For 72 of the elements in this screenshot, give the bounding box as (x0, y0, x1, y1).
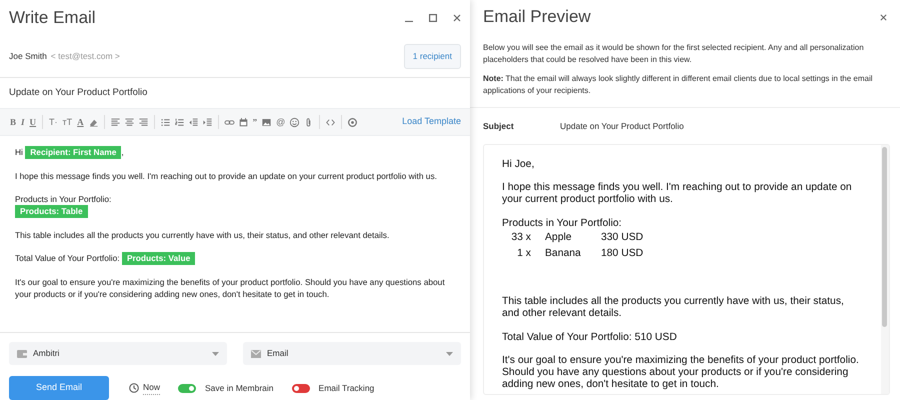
placeholder-tag[interactable]: Recipient: First Name (25, 146, 122, 159)
body-text: It's our goal to ensure you're maximizing the benefits of your product portfolio. Should you have any questions about your products or if you're considering adding new ones, don't hesitate to get in touch. (15, 277, 445, 299)
description-text: Below you will see the email as it would be shown for the first selected recipient. Any and all personalization placeholders that could be resolved have been in this view. (482, 42, 865, 66)
image-icon[interactable] (261, 116, 272, 128)
align-center-icon[interactable] (124, 116, 135, 128)
envelope-icon (251, 350, 261, 358)
format-button[interactable]: A (76, 118, 85, 126)
account-select[interactable]: Ambitri (9, 342, 227, 365)
sender-name: Joe Smith (9, 50, 47, 63)
maximize-icon[interactable] (429, 14, 437, 22)
subject-label: Subject (483, 120, 515, 132)
placeholder-tag[interactable]: Products: Table (15, 205, 88, 218)
table-cell-text: Banana (545, 247, 582, 262)
preview-paragraph: This table includes all the products you currently have with us, their status, and other relevant details. (502, 296, 845, 321)
toggle-label: Save in Membrain (205, 382, 274, 394)
body-text: I hope this message finds you well. I'm reaching out to provide an update on your current product portfolio with us. (15, 171, 437, 181)
bullet-list-icon[interactable] (160, 116, 171, 128)
preview-paragraph: Hi Joe, (502, 159, 536, 172)
smiley-icon[interactable] (289, 116, 300, 128)
load-template-link[interactable]: Load Template (402, 115, 461, 129)
table-cell-text: 180 USD (601, 247, 644, 262)
preview-paragraph: It's our goal to ensure you're maximizing the benefits of your product portfolio. Should you have any questions about your products or if you're considering adding new ones, don't hesitate to get in touch. (502, 354, 860, 392)
format-button[interactable]: I (20, 118, 26, 126)
subject-field[interactable]: Update on Your Product Portfolio (9, 86, 148, 100)
eye-icon[interactable] (347, 116, 358, 128)
schedule-link[interactable]: Now (143, 381, 160, 395)
preview-paragraph: I hope this message finds you well. I'm reaching out to provide an update on your current product portfolio with us. (502, 182, 853, 207)
format-button[interactable]: ᴛT (62, 118, 74, 126)
table-cell: Apple (545, 230, 601, 246)
body-text: , (121, 147, 124, 157)
recipients-button[interactable]: 1 recipient (404, 44, 461, 69)
subject-value: Update on Your Product Portfolio (560, 120, 684, 132)
calendar-icon[interactable] (238, 116, 249, 128)
toggle-switch[interactable] (292, 384, 310, 392)
numbered-list-icon[interactable] (174, 116, 185, 128)
preview-paragraph: Products in Your Portfolio: (502, 218, 623, 230)
select-text: Ambitri (33, 347, 60, 360)
body-text: Total Value of Your Portfolio: (15, 253, 121, 263)
table-cell-text: 1 x (516, 247, 532, 262)
code-icon[interactable] (325, 116, 336, 128)
body-text: This table includes all the products you currently have with us, their status, and other relevant details. (15, 230, 390, 240)
close-icon[interactable] (453, 14, 461, 22)
select-text: Email (267, 347, 290, 360)
sender-email: < test@test.com > (50, 50, 120, 63)
clock-icon (129, 383, 139, 393)
table-cell: 33 x (502, 230, 545, 246)
format-button[interactable]: T· (48, 118, 59, 126)
scrollbar[interactable] (881, 145, 889, 394)
body-text: Hi (15, 147, 24, 157)
placeholder-tag[interactable]: Products: Value (122, 252, 196, 265)
wallet-icon (17, 350, 27, 358)
send-email-button[interactable]: Send Email (9, 376, 109, 400)
channel-select[interactable]: Email (243, 342, 461, 365)
caret-icon (212, 352, 219, 356)
toggle-switch[interactable] (178, 384, 196, 392)
format-button[interactable]: B (9, 118, 18, 126)
indent-icon[interactable] (202, 116, 213, 128)
body-text: Products in Your Portfolio: (15, 194, 112, 204)
format-button[interactable]: @ (275, 118, 286, 126)
preview-paragraph: Total Value of Your Portfolio: 510 USD (502, 332, 678, 344)
format-button[interactable]: ” (252, 118, 258, 126)
toggle-label: Email Tracking (318, 382, 374, 394)
table-cell-text: 330 USD (601, 230, 644, 245)
panel-title: Email Preview (483, 6, 591, 28)
close-icon[interactable] (880, 14, 887, 20)
align-right-icon[interactable] (138, 116, 149, 128)
outdent-icon[interactable] (188, 116, 199, 128)
format-button[interactable]: U (28, 118, 38, 126)
window-title: Write Email (9, 7, 96, 30)
align-left-icon[interactable] (110, 116, 121, 128)
caret-icon (446, 352, 453, 356)
note-text: Note: That the email will always look slightly different in different email clients due to local settings in the email applications of your recipients. (470, 73, 900, 108)
